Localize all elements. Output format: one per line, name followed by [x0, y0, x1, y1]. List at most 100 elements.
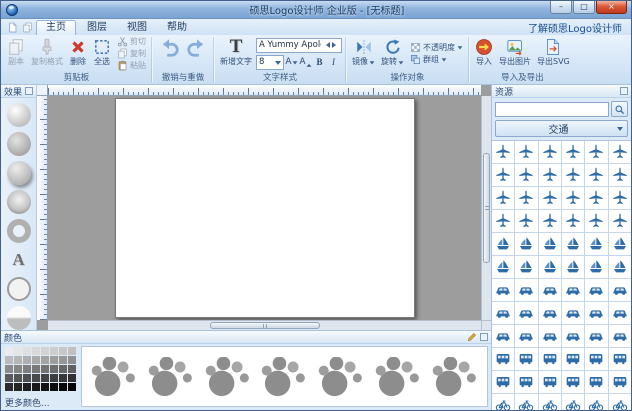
font-family-combo[interactable]: A Yummy Apology: [256, 38, 342, 53]
bold-button[interactable]: B: [313, 55, 326, 70]
resource-item-bike[interactable]: [515, 394, 537, 410]
resource-item-boat[interactable]: [515, 233, 537, 255]
color-swatch[interactable]: [32, 347, 40, 355]
add-text-button[interactable]: T 新增文字: [218, 36, 254, 71]
effect-outline[interactable]: [7, 277, 31, 301]
resource-item-plane[interactable]: [539, 210, 561, 232]
import-button[interactable]: 导入: [473, 36, 495, 71]
vertical-scrollbar[interactable]: [481, 96, 491, 320]
search-input[interactable]: [495, 102, 609, 117]
effect-sphere-bevel[interactable]: [7, 190, 31, 214]
export-image-button[interactable]: 导出图片: [497, 36, 533, 71]
color-swatch[interactable]: [32, 356, 40, 364]
delete-button[interactable]: 删除: [67, 36, 89, 71]
export-svg-button[interactable]: 导出SVG: [535, 36, 572, 71]
resource-item-plane[interactable]: [609, 210, 631, 232]
resource-item-plane[interactable]: [585, 210, 607, 232]
category-dropdown[interactable]: 交通: [495, 120, 628, 137]
resource-item-boat[interactable]: [585, 256, 607, 278]
resource-item-plane[interactable]: [492, 210, 514, 232]
resource-item-plane[interactable]: [492, 187, 514, 209]
horizontal-scrollbar-thumb[interactable]: [210, 322, 320, 329]
resource-item-bike[interactable]: [609, 394, 631, 410]
color-swatch[interactable]: [14, 347, 22, 355]
color-swatch[interactable]: [59, 365, 67, 373]
open-document-icon[interactable]: [22, 22, 33, 33]
help-link[interactable]: 了解硕思Logo设计师: [528, 20, 626, 35]
color-swatch[interactable]: [68, 347, 76, 355]
color-swatch[interactable]: [50, 374, 58, 382]
resource-item-boat[interactable]: [492, 233, 514, 255]
color-swatch[interactable]: [5, 383, 13, 391]
color-swatch[interactable]: [50, 365, 58, 373]
resource-item-bus[interactable]: [492, 348, 514, 370]
resource-item-car[interactable]: [562, 302, 584, 324]
paste-button[interactable]: 粘贴: [115, 60, 148, 71]
resource-item-boat[interactable]: [609, 233, 631, 255]
panel-collapse-icon[interactable]: [25, 87, 33, 95]
resource-item-bike[interactable]: [539, 394, 561, 410]
color-swatch[interactable]: [68, 374, 76, 382]
tab-view[interactable]: 视图: [118, 20, 156, 35]
resource-item-bus[interactable]: [539, 348, 561, 370]
color-swatch[interactable]: [23, 347, 31, 355]
resource-item-plane[interactable]: [609, 141, 631, 163]
resource-item-boat[interactable]: [539, 256, 561, 278]
color-swatch[interactable]: [5, 374, 13, 382]
color-swatch[interactable]: [23, 374, 31, 382]
edit-color-icon[interactable]: [467, 332, 477, 342]
color-swatch[interactable]: [41, 356, 49, 364]
opacity-button[interactable]: 不透明度: [408, 42, 465, 53]
resource-item-boat[interactable]: [609, 256, 631, 278]
color-swatch[interactable]: [5, 347, 13, 355]
color-swatch[interactable]: [23, 356, 31, 364]
resource-item-plane[interactable]: [492, 141, 514, 163]
effect-sphere-flat[interactable]: [7, 132, 31, 156]
minimize-button[interactable]: –: [550, 1, 572, 14]
effect-sphere-soft[interactable]: [7, 103, 31, 127]
search-button[interactable]: [611, 101, 628, 117]
resource-item-car[interactable]: [562, 325, 584, 347]
effect-gloss[interactable]: [7, 306, 31, 330]
resource-item-car[interactable]: [492, 302, 514, 324]
resource-item-plane[interactable]: [539, 164, 561, 186]
resource-item-plane[interactable]: [585, 187, 607, 209]
resource-item-car[interactable]: [585, 302, 607, 324]
resource-item-car[interactable]: [562, 279, 584, 301]
font-family-spinner[interactable]: [323, 42, 339, 48]
copy-button[interactable]: 复制: [115, 48, 148, 59]
resource-item-plane[interactable]: [562, 164, 584, 186]
resource-item-plane[interactable]: [585, 141, 607, 163]
resource-item-plane[interactable]: [515, 164, 537, 186]
resource-item-plane[interactable]: [492, 164, 514, 186]
canvas-page[interactable]: [115, 98, 415, 318]
effect-letter-a[interactable]: A: [7, 248, 31, 272]
resource-item-bike[interactable]: [562, 394, 584, 410]
resource-item-bus[interactable]: [492, 371, 514, 393]
color-swatch[interactable]: [68, 365, 76, 373]
resource-item-bus[interactable]: [585, 371, 607, 393]
resource-item-car[interactable]: [515, 325, 537, 347]
resource-item-bus[interactable]: [609, 371, 631, 393]
resource-item-bus[interactable]: [515, 371, 537, 393]
close-button[interactable]: ×: [596, 1, 627, 14]
resource-item-plane[interactable]: [515, 187, 537, 209]
horizontal-scrollbar[interactable]: [48, 320, 481, 330]
mirror-button[interactable]: 镜像: [350, 36, 377, 71]
cut-button[interactable]: 剪切: [115, 36, 148, 47]
resource-item-bus[interactable]: [539, 371, 561, 393]
color-swatch[interactable]: [59, 356, 67, 364]
duplicate-button[interactable]: 副本: [5, 36, 27, 71]
color-swatch[interactable]: [41, 383, 49, 391]
color-swatch[interactable]: [59, 374, 67, 382]
resource-item-car[interactable]: [539, 279, 561, 301]
italic-button[interactable]: I: [327, 55, 340, 70]
resource-item-plane[interactable]: [585, 164, 607, 186]
resource-item-car[interactable]: [515, 302, 537, 324]
resource-item-bus[interactable]: [585, 348, 607, 370]
resource-item-bus[interactable]: [609, 348, 631, 370]
resource-item-plane[interactable]: [562, 187, 584, 209]
color-swatch[interactable]: [50, 383, 58, 391]
panel-collapse-icon[interactable]: [480, 333, 488, 341]
resource-item-plane[interactable]: [515, 141, 537, 163]
